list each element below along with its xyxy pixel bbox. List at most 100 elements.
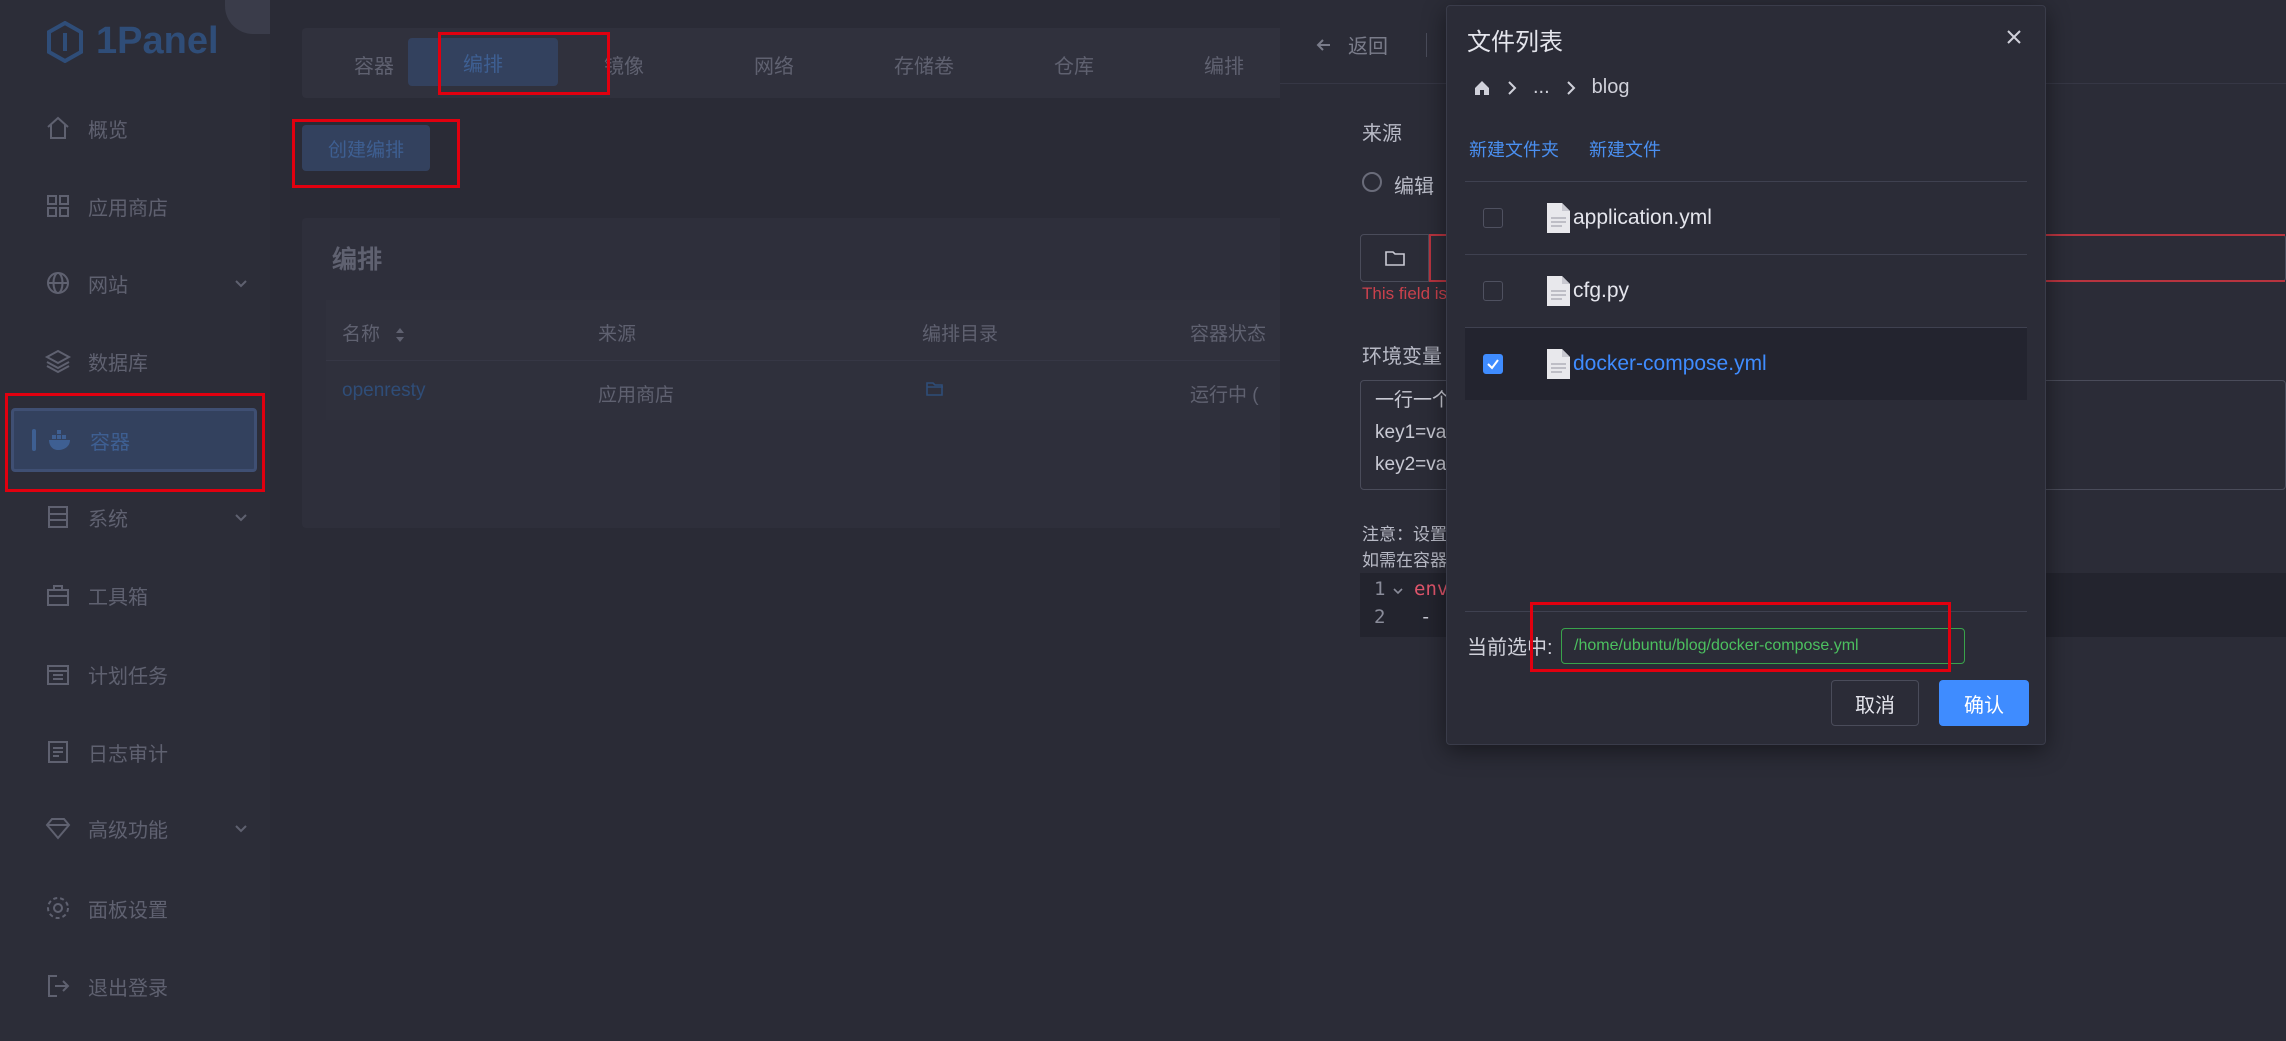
breadcrumb: ... blog	[1473, 76, 1629, 99]
back-button[interactable]: 返回	[1314, 30, 1427, 59]
sidebar: 1Panel 概览 应用商店 网站 数据库 容器 系统 工具箱 计划任务 日志审…	[0, 0, 271, 1041]
file-name: application.yml	[1573, 206, 1712, 229]
file-icon	[1547, 203, 1570, 233]
line-number: 1	[1374, 578, 1386, 600]
sidebar-item-label: 高级功能	[88, 819, 168, 842]
create-compose-button[interactable]: 创建编排	[302, 125, 430, 171]
sidebar-item-website[interactable]: 网站	[22, 255, 262, 311]
sidebar-item-label: 工具箱	[88, 586, 148, 609]
table-row: openresty 应用商店 运行中 (	[326, 360, 1302, 420]
back-label: 返回	[1348, 36, 1388, 58]
chevron-right-icon	[1566, 80, 1576, 95]
folder-open-icon[interactable]	[926, 381, 944, 403]
file-icon	[1547, 349, 1570, 379]
code-text: env	[1414, 578, 1449, 600]
column-header-source: 来源	[598, 324, 637, 345]
logo-hex-icon	[47, 20, 83, 63]
confirm-button[interactable]: 确认	[1939, 680, 2029, 726]
sidebar-item-toolbox[interactable]: 工具箱	[22, 567, 262, 623]
source-label: 来源	[1362, 123, 1402, 145]
sidebar-item-log-audit[interactable]: 日志审计	[22, 724, 262, 780]
sidebar-item-database[interactable]: 数据库	[22, 333, 262, 389]
tab-images[interactable]: 镜像	[574, 44, 674, 84]
list-item[interactable]: cfg.py	[1465, 254, 2027, 327]
chevron-down-icon	[235, 514, 247, 522]
compose-status: 运行中 (	[1190, 385, 1259, 406]
globe-icon	[47, 272, 69, 294]
column-header-name[interactable]: 名称	[342, 319, 407, 346]
diamond-icon	[45, 818, 71, 840]
compose-name-link[interactable]: openresty	[342, 380, 425, 402]
sidebar-item-label: 数据库	[88, 352, 148, 375]
sidebar-item-container[interactable]: 容器	[11, 408, 257, 472]
logo[interactable]: 1Panel	[46, 20, 219, 63]
fold-chevron-icon[interactable]	[1392, 585, 1404, 597]
logo-text: 1Panel	[96, 20, 219, 62]
list-item[interactable]: docker-compose.yml	[1465, 327, 2027, 400]
tab-compose[interactable]: 编排	[408, 38, 558, 86]
sidebar-item-label: 退出登录	[88, 977, 168, 1000]
list-item[interactable]: application.yml	[1465, 181, 2027, 254]
logout-icon	[48, 975, 70, 997]
chevron-down-icon	[235, 280, 247, 288]
dialog-title: 文件列表	[1467, 29, 1563, 56]
new-actions: 新建文件夹 新建文件	[1469, 136, 1661, 162]
tab-networks[interactable]: 网络	[724, 44, 824, 84]
breadcrumb-ellipsis[interactable]: ...	[1533, 76, 1550, 99]
sidebar-item-label: 容器	[90, 431, 130, 454]
new-folder-link[interactable]: 新建文件夹	[1469, 136, 1559, 162]
note-line: 如需在容器	[1362, 551, 1447, 570]
file-name: cfg.py	[1573, 279, 1630, 302]
list-divider	[1465, 611, 2027, 612]
tab-compose-templates[interactable]: 编排	[1174, 44, 1274, 84]
tab-volumes[interactable]: 存储卷	[874, 44, 974, 84]
log-icon	[48, 741, 68, 763]
home-icon[interactable]	[1473, 79, 1491, 97]
select-folder-button[interactable]	[1361, 235, 1429, 281]
breadcrumb-current[interactable]: blog	[1592, 76, 1630, 99]
folder-icon	[1384, 251, 1405, 266]
file-list-dialog: 文件列表 ... blog 新建文件夹 新建文件 application.yml…	[1446, 5, 2046, 745]
new-file-link[interactable]: 新建文件	[1589, 136, 1661, 162]
server-icon	[48, 506, 68, 528]
sidebar-item-app-store[interactable]: 应用商店	[22, 178, 262, 234]
header-divider	[1426, 32, 1427, 57]
field-error-text: This field is	[1362, 284, 1448, 303]
sidebar-item-label: 日志审计	[88, 743, 168, 766]
docker-icon	[49, 430, 70, 450]
chevron-right-icon	[1508, 80, 1517, 95]
sidebar-item-cron[interactable]: 计划任务	[22, 646, 262, 702]
sidebar-item-settings[interactable]: 面板设置	[22, 880, 262, 936]
sidebar-item-label: 计划任务	[88, 665, 168, 688]
radio-edit-label: 编辑	[1394, 176, 1434, 198]
file-checkbox[interactable]	[1483, 208, 1503, 228]
sidebar-item-label: 系统	[88, 508, 128, 531]
panel-title: 编排	[332, 246, 383, 274]
tab-repos[interactable]: 仓库	[1024, 44, 1124, 84]
sidebar-item-overview[interactable]: 概览	[22, 100, 262, 156]
table-header: 名称 来源 编排目录 容器状态	[326, 300, 1302, 360]
tab-bar: 容器 编排 镜像 网络 存储卷 仓库 编排	[302, 28, 1302, 98]
sidebar-item-label: 概览	[88, 119, 128, 142]
close-icon[interactable]	[2005, 28, 2023, 46]
env-label: 环境变量	[1362, 346, 1442, 368]
file-name: docker-compose.yml	[1573, 352, 1767, 375]
active-indicator	[32, 429, 36, 451]
compose-panel: 编排 名称 来源 编排目录 容器状态 openresty 应用商店 运行中 (	[302, 218, 1302, 528]
sidebar-item-logout[interactable]: 退出登录	[22, 958, 262, 1014]
gear-icon	[47, 897, 69, 919]
current-selection-label: 当前选中:	[1467, 637, 1553, 659]
file-checkbox[interactable]	[1483, 281, 1503, 301]
note-line: 注意：设置	[1362, 525, 1447, 544]
sidebar-item-advanced[interactable]: 高级功能	[22, 800, 262, 856]
file-checkbox-checked[interactable]	[1483, 354, 1503, 374]
current-selection-field[interactable]: /home/ubuntu/blog/docker-compose.yml	[1561, 628, 1965, 664]
check-icon	[1487, 359, 1499, 370]
home-icon	[47, 116, 69, 139]
arrow-left-icon	[1316, 38, 1330, 51]
cancel-button[interactable]: 取消	[1831, 680, 1919, 726]
radio-edit[interactable]	[1362, 172, 1382, 192]
file-icon	[1547, 276, 1570, 306]
sidebar-item-label: 应用商店	[88, 197, 168, 220]
sidebar-item-system[interactable]: 系统	[22, 489, 262, 545]
